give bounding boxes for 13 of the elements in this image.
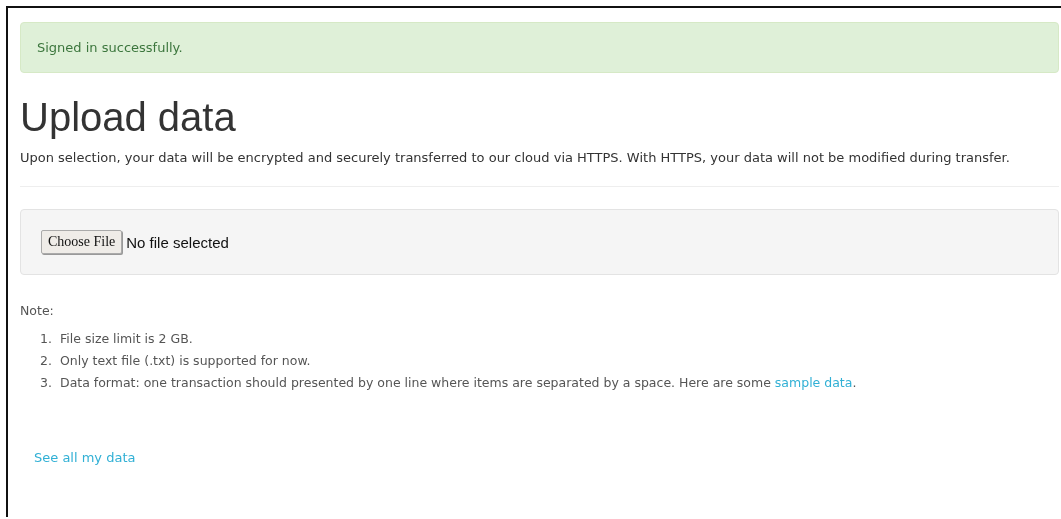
see-all-data-link[interactable]: See all my data [34, 450, 136, 465]
file-status: No file selected [126, 233, 229, 251]
intro-paragraph: Upon selection, your data will be encrypted and securely transferred to our cloud via HTTPS. With HTTPS, your data will not be modified during transfer. [20, 149, 1011, 167]
alert-text: Signed in successfully. [37, 40, 183, 55]
list-number: 2. [39, 352, 52, 370]
note-label: Note: [20, 303, 54, 318]
note-item: Data format: one transaction should presented by one line where items are separated by a space. Here are some sample data. [60, 374, 857, 392]
note-item: Only text file (.txt) is supported for now. [60, 352, 311, 370]
note-item: File size limit is 2 GB. [60, 330, 193, 348]
choose-file-button[interactable]: Choose File [41, 230, 123, 254]
list-number: 3. [39, 374, 52, 392]
page-title: Upload data [20, 95, 236, 139]
list-number: 1. [39, 330, 52, 348]
